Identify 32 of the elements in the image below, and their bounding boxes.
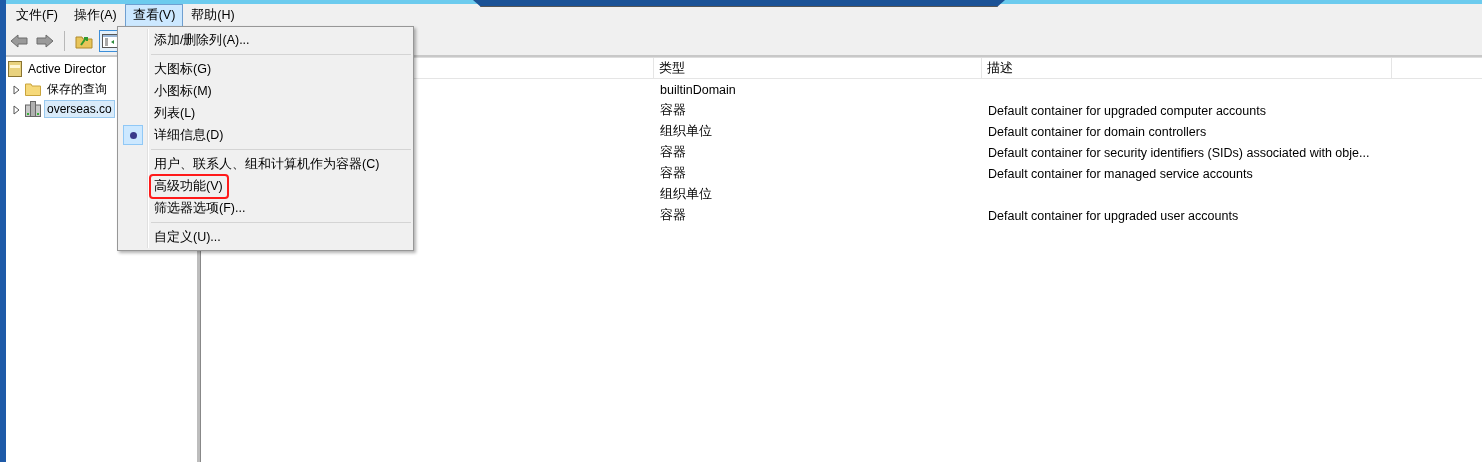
table-cell-text: Default container for upgraded user accounts xyxy=(987,208,1239,223)
menu-item[interactable]: 添加/删除列(A)... xyxy=(149,27,256,53)
tree-item[interactable]: Active Director xyxy=(25,60,110,78)
column-header[interactable]: 描述 xyxy=(982,58,1392,78)
expand-arrow-icon[interactable] xyxy=(12,105,22,115)
table-cell-text: 组织单位 xyxy=(659,123,713,140)
arrow-left-icon xyxy=(10,33,28,48)
table-cell-text: 容器 xyxy=(659,165,687,182)
arrow-right-icon xyxy=(36,33,54,48)
menu-item[interactable]: 自定义(U)... xyxy=(149,224,227,250)
tree-item[interactable]: 保存的查询 xyxy=(44,78,110,100)
table-cell-text: 容器 xyxy=(659,144,687,161)
server-icon xyxy=(25,101,41,117)
table-cell-text: builtinDomain xyxy=(659,82,737,97)
table-cell-text: Default container for domain controllers xyxy=(987,124,1207,139)
expand-arrow-icon[interactable] xyxy=(12,85,22,95)
tree-item[interactable]: overseas.co xyxy=(44,100,115,118)
table-cell-text: Default container for upgraded computer accounts xyxy=(987,103,1266,118)
table-cell-text: 容器 xyxy=(659,102,687,119)
book-icon xyxy=(8,61,22,77)
menu-title[interactable]: 操作(A) xyxy=(65,3,125,27)
menu-item[interactable]: 高级功能(V) xyxy=(149,173,229,199)
table-cell-text: Default container for managed service accounts xyxy=(987,166,1253,181)
column-header[interactable]: 类型 xyxy=(654,58,982,78)
table-cell-text: 容器 xyxy=(659,207,687,224)
menu-title[interactable]: 文件(F) xyxy=(8,3,66,27)
table-cell-text: Default container for security identifiers (SIDs) associated with obje... xyxy=(987,145,1370,160)
table-cell-text: 组织单位 xyxy=(659,186,713,203)
folder-icon xyxy=(25,82,41,96)
menu-title[interactable]: 帮助(H) xyxy=(183,3,243,27)
menu-title[interactable]: 查看(V) xyxy=(124,3,184,27)
console-tree-icon xyxy=(102,33,118,48)
